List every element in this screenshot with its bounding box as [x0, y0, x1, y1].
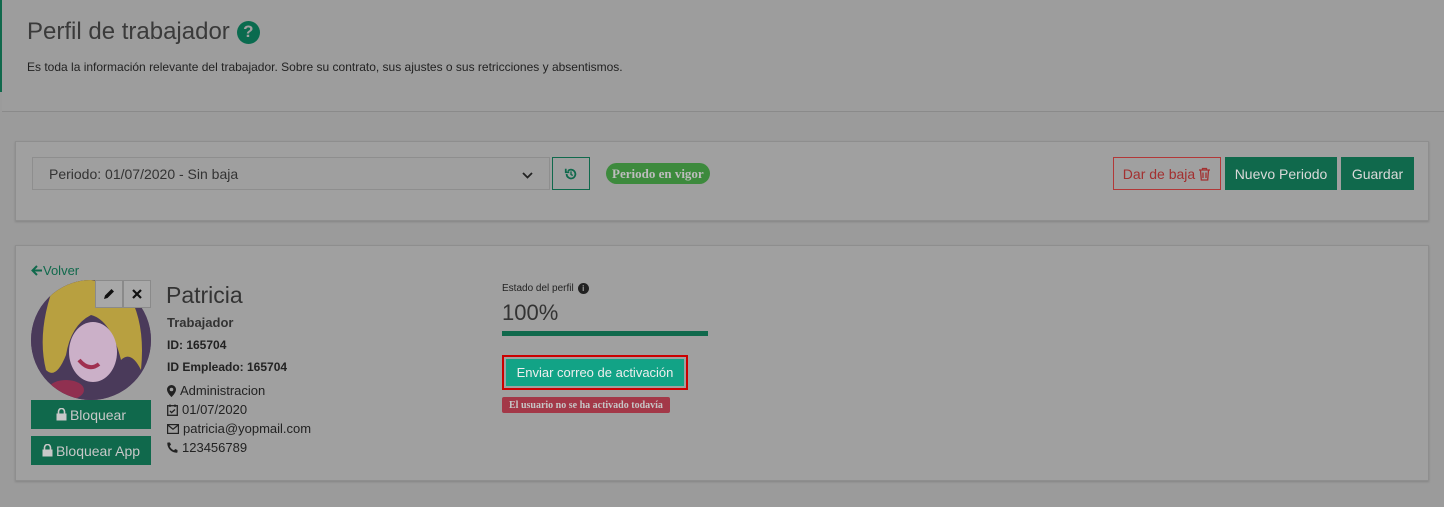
send-activation-email-button-highlight: Enviar correo de activación [502, 355, 688, 390]
bloquear-app-label: Bloquear App [55, 442, 141, 459]
volver-link[interactable]: Volver [31, 263, 79, 278]
profile-completion-percent: 100% [502, 300, 559, 325]
history-button[interactable] [552, 157, 590, 190]
volver-label: Volver [43, 263, 80, 278]
bloquear-label: Bloquear [69, 406, 127, 423]
worker-name: Patricia [166, 282, 243, 308]
worker-department: Administracion [167, 383, 265, 398]
profile-progress-fill [502, 331, 708, 336]
dar-de-baja-label: Dar de baja [1122, 165, 1196, 182]
department-text: Administracion [180, 383, 266, 398]
edit-avatar-button[interactable] [95, 280, 123, 308]
lock-icon [56, 408, 67, 421]
profile-card: Volver Bloquear Bloquear App Patricia Tr… [15, 245, 1429, 481]
email-text: patricia@yopmail.com [183, 421, 312, 436]
profile-progress-bar [502, 331, 708, 336]
nuevo-periodo-button[interactable]: Nuevo Periodo [1225, 157, 1337, 190]
bloquear-app-button[interactable]: Bloquear App [31, 436, 151, 465]
bloquear-button[interactable]: Bloquear [31, 400, 151, 429]
period-select[interactable]: Periodo: 01/07/2020 - Sin baja [32, 157, 550, 190]
remove-avatar-button[interactable] [123, 280, 151, 308]
worker-employee-id: ID Empleado: 165704 [167, 360, 288, 374]
period-status-badge: Periodo en vigor [606, 163, 710, 184]
page-header: Perfil de trabajador ? Es toda la inform… [2, 0, 1444, 112]
worker-phone: 123456789 [167, 440, 247, 455]
page-title-text: Perfil de trabajador [27, 18, 230, 45]
date-text: 01/07/2020 [182, 402, 248, 417]
send-activation-email-button[interactable]: Enviar correo de activación [506, 359, 684, 386]
period-card: Periodo: 01/07/2020 - Sin baja Periodo e… [15, 141, 1429, 221]
avatar-tools [95, 280, 151, 308]
period-select-value: Periodo: 01/07/2020 - Sin baja [49, 165, 239, 182]
map-marker-icon [167, 384, 176, 397]
info-icon[interactable]: i [577, 283, 589, 294]
worker-role: Trabajador [167, 315, 234, 330]
estado-perfil-text: Estado del perfil [502, 283, 574, 294]
envelope-icon [167, 423, 179, 434]
lock-icon [42, 444, 53, 457]
phone-text: 123456789 [182, 440, 248, 455]
question-circle-icon[interactable]: ? [236, 20, 260, 44]
trash-icon [1199, 167, 1211, 181]
estado-perfil-label: Estado del perfil i [502, 283, 589, 294]
worker-email: patricia@yopmail.com [167, 421, 311, 436]
dar-de-baja-button[interactable]: Dar de baja [1113, 157, 1221, 190]
close-icon [132, 289, 142, 299]
chevron-down-icon [522, 166, 533, 182]
history-icon [564, 168, 577, 179]
page-subtitle: Es toda la información relevante del tra… [27, 60, 623, 74]
phone-icon [167, 442, 178, 453]
worker-id: ID: 165704 [167, 338, 227, 352]
arrow-left-icon [31, 265, 42, 276]
worker-date: 01/07/2020 [167, 402, 247, 417]
guardar-button[interactable]: Guardar [1341, 157, 1414, 190]
calendar-check-icon [167, 404, 178, 416]
page-title: Perfil de trabajador ? [27, 18, 260, 46]
not-activated-badge: El usuario no se ha activado todavía [502, 397, 670, 413]
pencil-icon [104, 289, 114, 299]
